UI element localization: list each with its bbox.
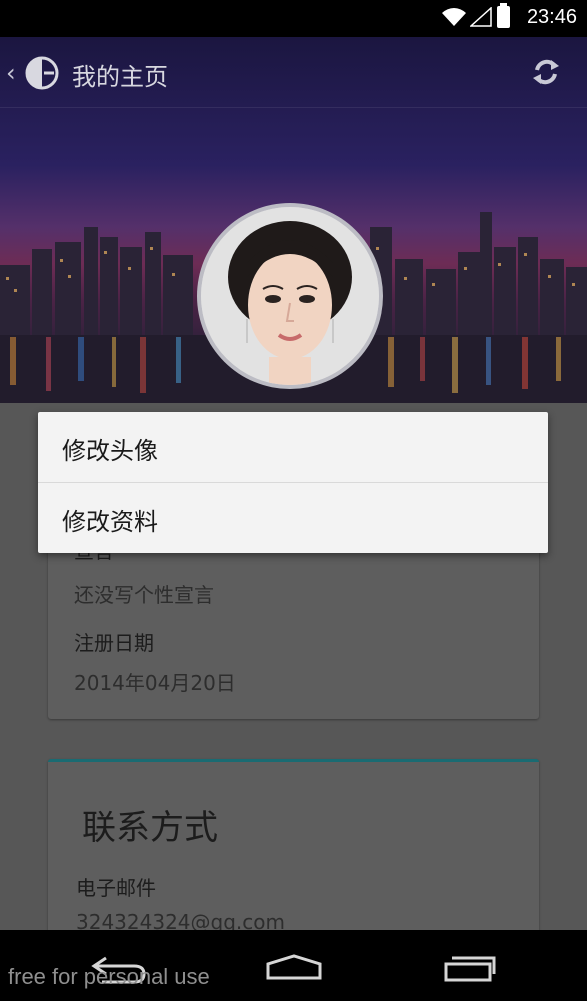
page-title: 我的主页 [72,63,168,91]
menu-item-edit-profile[interactable]: 修改资料 [38,483,548,553]
top-app-bar: ‹ 我的主页 [0,37,587,108]
avatar[interactable] [197,203,383,389]
email-label: 电子邮件 [76,876,156,900]
status-bar: 23:46 [0,0,587,37]
register-date-value: 2014年04月20日 [74,671,236,695]
avatar-photo [201,207,379,385]
home-nav-icon[interactable] [262,952,326,982]
menu-item-label: 修改头像 [62,437,158,465]
wifi-icon [442,8,466,26]
popup-menu: 修改头像 修改资料 [38,412,548,553]
profile-header: ‹ 我的主页 [0,37,587,403]
signal-icon [470,7,492,27]
contact-card: 联系方式 电子邮件 324324324@qq.com [48,759,539,930]
refresh-icon[interactable] [529,55,563,89]
email-value: 324324324@qq.com [76,910,285,930]
menu-item-change-avatar[interactable]: 修改头像 [38,412,548,483]
back-chevron-icon[interactable]: ‹ [6,59,16,87]
register-date-label: 注册日期 [74,631,154,655]
battery-icon [497,3,510,28]
app-logo-icon[interactable] [24,55,60,91]
recents-nav-icon[interactable] [440,952,500,984]
contact-card-title: 联系方式 [82,808,218,848]
status-time: 23:46 [526,6,577,28]
menu-item-label: 修改资料 [62,508,158,536]
motto-value: 还没写个性宣言 [74,583,214,607]
watermark-text: free for personal use [8,964,210,989]
